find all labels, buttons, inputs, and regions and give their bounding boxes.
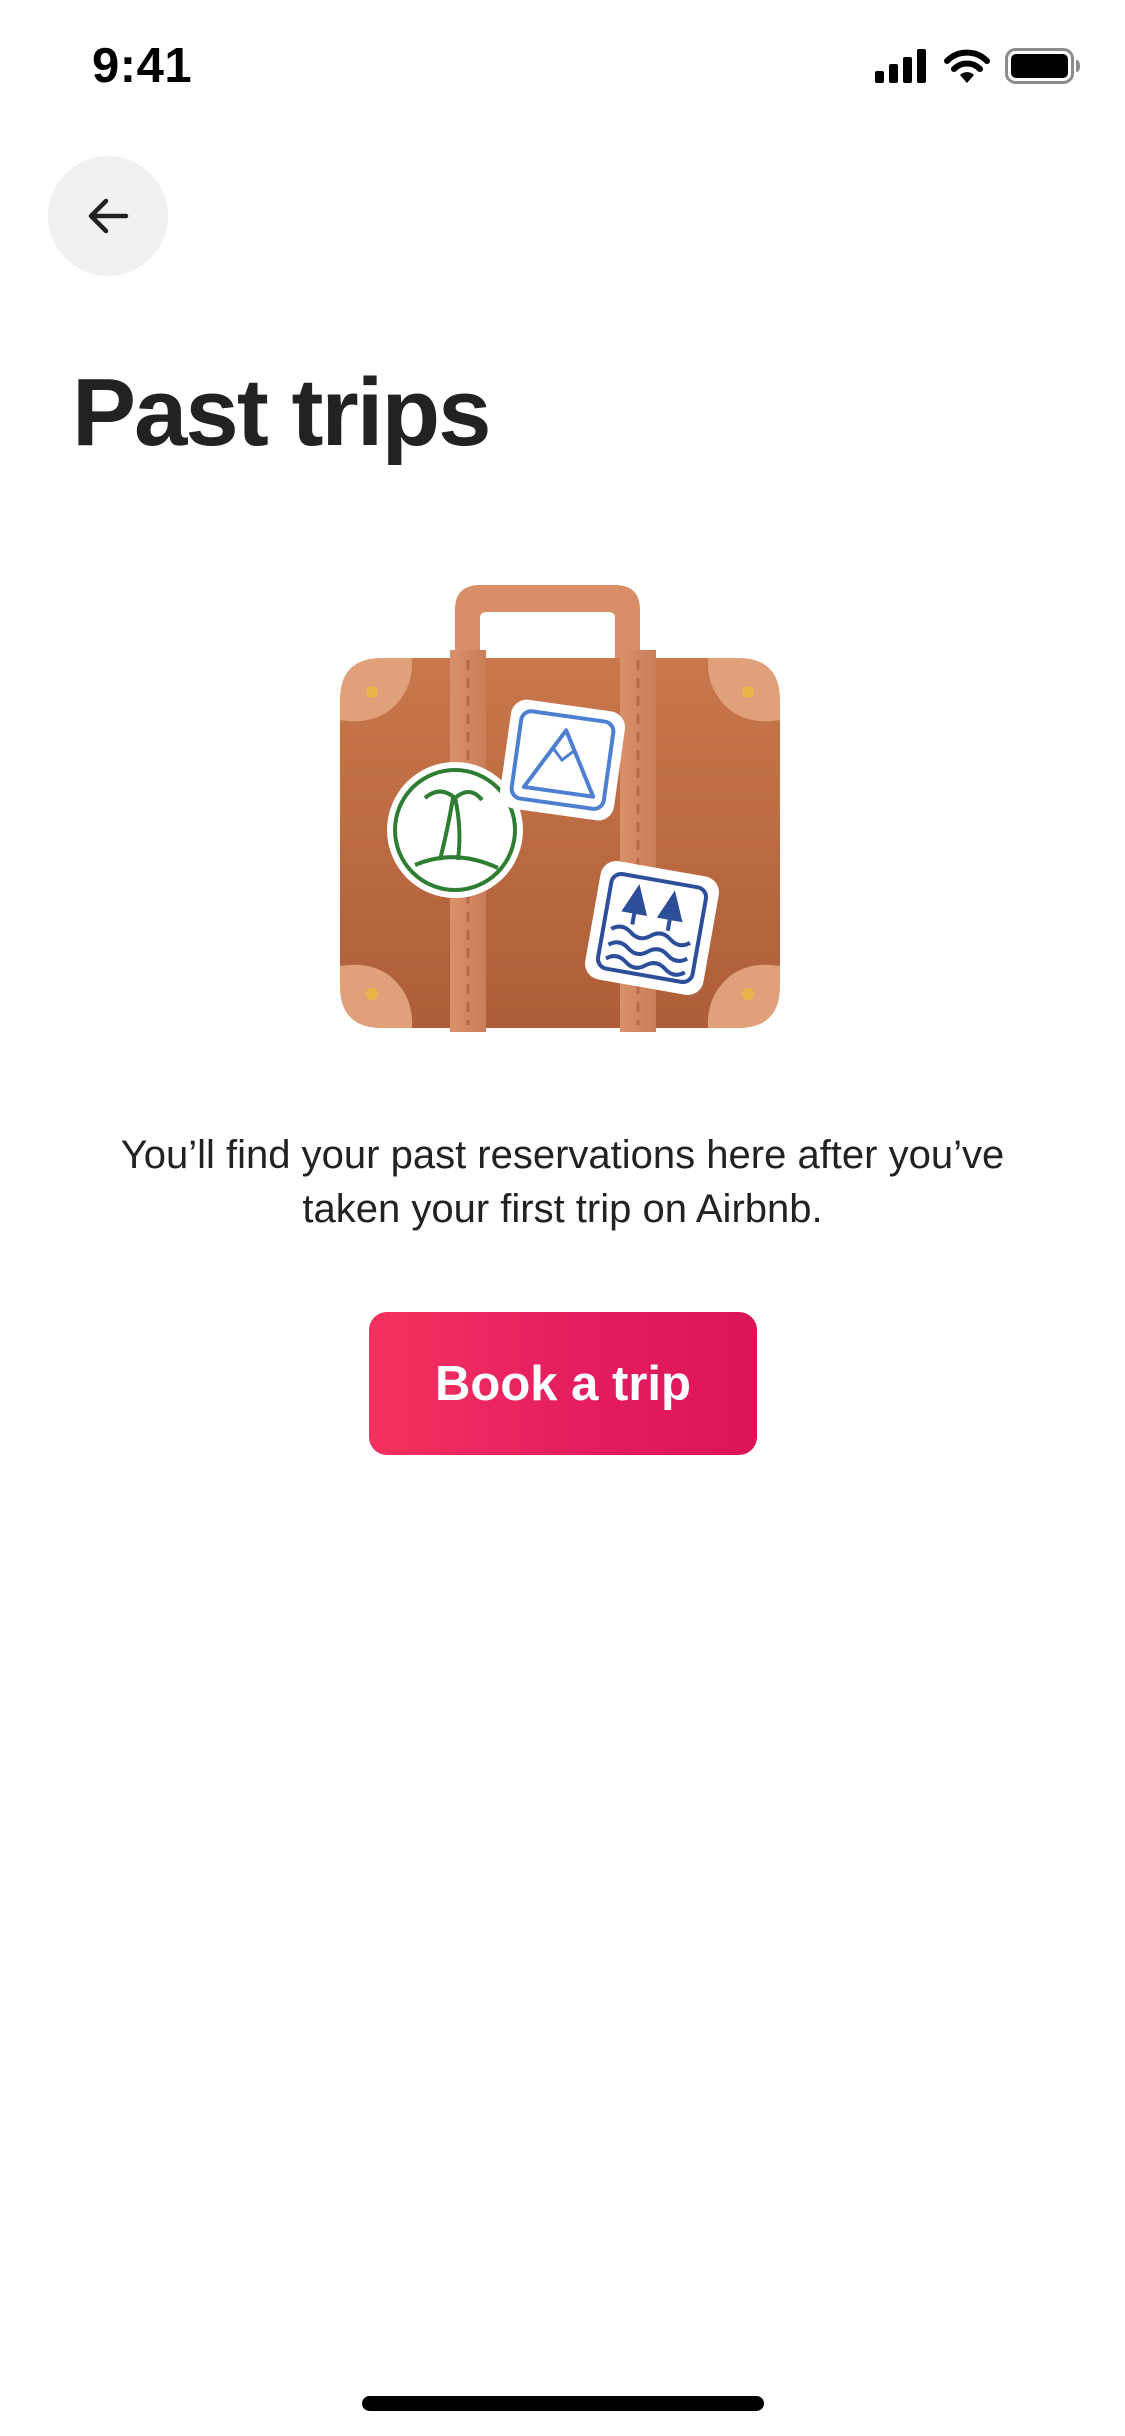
arrow-left-icon <box>88 198 129 234</box>
cellular-signal-icon <box>875 49 926 83</box>
wifi-icon <box>944 49 990 83</box>
empty-state-message: You’ll find your past reservations here … <box>120 1133 1005 1231</box>
battery-icon <box>1005 48 1080 84</box>
page-title: Past trips <box>72 359 491 466</box>
status-icons <box>875 48 1081 84</box>
suitcase-illustration <box>340 585 780 1032</box>
back-button[interactable] <box>48 156 168 276</box>
status-time: 9:41 <box>92 39 193 93</box>
status-bar: 9:41 <box>0 0 1125 140</box>
home-indicator[interactable] <box>362 2396 764 2411</box>
book-a-trip-button[interactable]: Book a trip <box>369 1312 757 1455</box>
